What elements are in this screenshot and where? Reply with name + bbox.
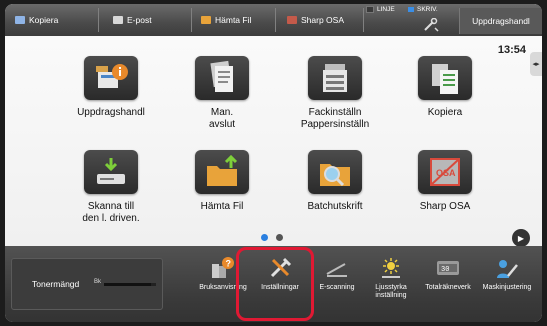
tile-retrieve-file[interactable]: Hämta Fil	[172, 150, 272, 213]
next-page-button[interactable]: ▶	[512, 229, 530, 247]
batch-print-icon	[308, 150, 362, 194]
button-brightness[interactable]: Ljusstyrka inställning	[361, 256, 421, 300]
shortcut-hamta-fil[interactable]: Hämta Fil	[201, 4, 251, 36]
svg-text:OSA: OSA	[436, 168, 456, 178]
job-status-button[interactable]: Uppdragshandl	[459, 8, 542, 34]
job-status-label: Uppdragshandl	[472, 16, 530, 26]
page-dot-active[interactable]	[261, 234, 268, 241]
tile-job-status-label: Uppdragshandl	[77, 107, 145, 118]
play-arrow-icon: ▶	[517, 233, 525, 243]
toner-label: Tonermängd	[32, 279, 80, 289]
toner-level-fill	[104, 283, 151, 286]
page-dot[interactable]	[276, 234, 283, 241]
svg-text:30: 30	[441, 266, 449, 274]
paper-tray-icon	[308, 56, 362, 100]
tile-copy[interactable]: Kopiera	[395, 56, 495, 119]
tile-scan-to-local-drive[interactable]: Skanna till den l. driven.	[61, 150, 161, 225]
manual-help-icon: ?	[210, 256, 236, 280]
tile-retrieve-file-label: Hämta Fil	[200, 201, 244, 212]
toner-level-bar	[104, 283, 156, 286]
top-bar: Kopiera E-post Hämta Fil Sharp OSA LINJE…	[5, 4, 542, 36]
shortcut-sharp-osa[interactable]: Sharp OSA	[287, 4, 344, 36]
tile-manual-finish[interactable]: Man. avslut	[172, 56, 272, 131]
folder-icon	[201, 16, 211, 24]
shortcut-kopiera-label: Kopiera	[29, 15, 59, 25]
page-indicator	[261, 234, 283, 241]
side-panel-tab[interactable]: ◂▸	[530, 52, 542, 76]
copy-icon	[418, 56, 472, 100]
button-total-count[interactable]: 30 Totalräkneverk	[418, 256, 478, 292]
brightness-icon	[378, 256, 404, 280]
led-indicator-icon	[366, 6, 374, 13]
button-total-count-label: Totalräkneverk	[425, 284, 471, 291]
button-brightness-label: Ljusstyrka inställning	[375, 284, 407, 299]
tile-scan-to-local-drive-label: Skanna till den l. driven.	[82, 201, 140, 224]
shortcut-e-post[interactable]: E-post	[113, 4, 152, 36]
envelope-icon	[113, 16, 123, 24]
tile-manual-finish-label: Man. avslut	[208, 107, 236, 130]
tile-copy-label: Kopiera	[427, 107, 463, 118]
shortcut-sharp-osa-label: Sharp OSA	[301, 15, 344, 25]
button-machine-adjustment-label: Maskinjustering	[482, 284, 532, 291]
shortcut-kopiera[interactable]: Kopiera	[15, 4, 58, 36]
button-e-scanning[interactable]: E-scanning	[307, 256, 367, 292]
machine-adjustment-icon	[494, 256, 520, 280]
copy-icon	[15, 16, 25, 24]
e-scanning-icon	[324, 256, 350, 280]
total-count-icon: 30	[435, 256, 461, 280]
tile-batch-print-label: Batchutskrift	[307, 201, 363, 212]
button-e-scanning-label: E-scanning	[319, 284, 355, 291]
settings-highlight-frame	[236, 247, 314, 321]
tile-tray-settings[interactable]: Fackinställn Pappersinställn	[285, 56, 385, 131]
tile-batch-print[interactable]: Batchutskrift	[285, 150, 385, 213]
button-machine-adjustment[interactable]: Maskinjustering	[477, 256, 537, 292]
shortcut-hamta-fil-label: Hämta Fil	[215, 15, 252, 25]
status-skriv: SKRIV.	[408, 6, 438, 13]
sharp-osa-icon: OSA	[418, 150, 472, 194]
shortcut-e-post-label: E-post	[127, 15, 152, 25]
tile-job-status[interactable]: Uppdragshandl	[61, 56, 161, 119]
scan-to-local-drive-icon	[84, 150, 138, 194]
status-linje: LINJE	[366, 6, 395, 13]
clock: 13:54	[497, 44, 526, 56]
svg-text:?: ?	[226, 259, 232, 269]
tile-sharp-osa-label: Sharp OSA	[419, 201, 471, 212]
tools-icon[interactable]	[423, 17, 439, 37]
toner-channel-label: Bk	[94, 279, 102, 285]
manual-document-icon	[195, 56, 249, 100]
osa-icon	[287, 16, 297, 24]
tile-sharp-osa[interactable]: OSA Sharp OSA	[395, 150, 495, 213]
home-screen: 13:54 ◂▸ Uppdragshandl Man. avslut Facki…	[5, 36, 542, 247]
job-status-icon	[84, 56, 138, 100]
toner-panel: Tonermängd Bk	[11, 258, 163, 310]
retrieve-file-icon	[195, 150, 249, 194]
tile-tray-settings-label: Fackinställn Pappersinställn	[300, 107, 370, 130]
led-indicator-icon	[408, 7, 414, 12]
